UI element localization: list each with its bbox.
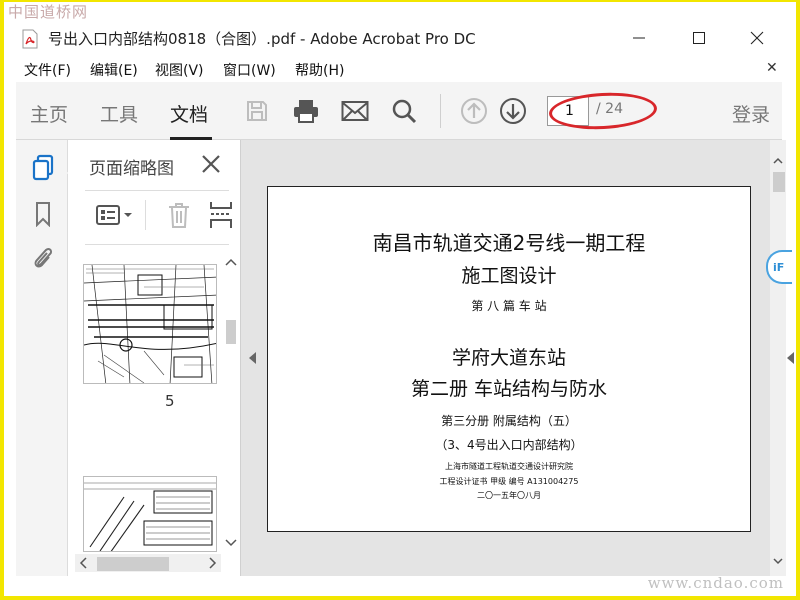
- doc-certificate: 工程设计证书 甲级 编号 A131004275: [439, 477, 579, 486]
- doc-project-title: 南昌市轨道交通2号线一期工程: [372, 231, 646, 255]
- doc-institute: 上海市隧道工程轨道交通设计研究院: [445, 462, 573, 471]
- save-icon[interactable]: [242, 96, 272, 126]
- floating-assistant-badge[interactable]: iF: [766, 250, 792, 284]
- close-document-icon[interactable]: ✕: [766, 60, 778, 76]
- email-icon[interactable]: [340, 96, 370, 126]
- menu-bar: 文件(F) 编辑(E) 视图(V) 窗口(W) 帮助(H) ✕: [4, 56, 796, 82]
- print-icon[interactable]: [291, 96, 321, 126]
- menu-help[interactable]: 帮助(H): [295, 60, 344, 80]
- search-icon[interactable]: [389, 96, 419, 126]
- maximize-button[interactable]: [684, 25, 714, 51]
- page-thumbnails-icon[interactable]: [30, 154, 56, 182]
- doc-station-name: 学府大道东站: [451, 347, 566, 369]
- insert-page-icon[interactable]: [207, 200, 235, 230]
- toolbar-separator: [440, 94, 441, 128]
- doc-design-stage: 施工图设计: [461, 265, 557, 287]
- horizontal-scrollbar-thumb[interactable]: [97, 557, 169, 571]
- scrollbar-thumb[interactable]: [226, 320, 236, 344]
- doc-volume: 第二册 车站结构与防水: [410, 378, 608, 400]
- doc-part: 第 八 篇 车 站: [471, 299, 547, 313]
- right-pane-strip: [786, 140, 796, 576]
- menu-edit[interactable]: 编辑(E): [90, 60, 138, 80]
- thumbnail-options-icon[interactable]: [95, 200, 135, 230]
- document-viewport[interactable]: 南昌市轨道交通2号线一期工程 施工图设计 第 八 篇 车 站 学府大道东站 第二…: [240, 140, 770, 576]
- thumbnail-scrollbar[interactable]: [221, 254, 237, 550]
- title-bar: 号出入口内部结构0818（合图）.pdf - Adobe Acrobat Pro…: [4, 20, 796, 56]
- window-title: 号出入口内部结构0818（合图）.pdf - Adobe Acrobat Pro…: [48, 30, 476, 48]
- document-scrollbar[interactable]: [770, 140, 786, 576]
- login-button[interactable]: 登录: [732, 100, 770, 127]
- minimize-button[interactable]: [624, 25, 654, 51]
- menu-view[interactable]: 视图(V): [155, 60, 204, 80]
- thumbnail-page-number: 5: [165, 392, 175, 410]
- main-toolbar: 主页 工具 文档 1 / 24 登录: [16, 82, 782, 140]
- previous-page-icon[interactable]: [459, 96, 489, 126]
- panel-divider: [85, 244, 229, 245]
- attachment-icon[interactable]: [30, 244, 56, 272]
- document-scrollbar-thumb[interactable]: [773, 172, 785, 192]
- next-page-icon[interactable]: [498, 96, 528, 126]
- panel-divider: [85, 190, 229, 191]
- tab-document[interactable]: 文档: [170, 100, 208, 127]
- tab-tools[interactable]: 工具: [100, 100, 138, 127]
- expand-right-pane-arrow-icon[interactable]: [787, 352, 794, 364]
- doc-subtitle: （3、4号出入口内部结构）: [435, 438, 583, 452]
- thumbnail-horizontal-scrollbar[interactable]: [75, 554, 221, 572]
- bookmark-icon[interactable]: [30, 200, 56, 228]
- app-window: 中国道桥网 www.cndao.com 号出入口内部结构0818（合图）.pdf…: [4, 2, 796, 596]
- menu-file[interactable]: 文件(F): [24, 60, 71, 80]
- page-thumbnail[interactable]: [83, 264, 217, 384]
- acrobat-pdf-icon: [22, 29, 38, 49]
- panel-tool-separator: [145, 200, 146, 230]
- tab-home[interactable]: 主页: [30, 100, 68, 127]
- watermark-bottom: www.cndao.com: [647, 574, 784, 592]
- page-thumbnail[interactable]: [83, 476, 217, 552]
- close-panel-icon[interactable]: [199, 152, 223, 176]
- delete-page-icon[interactable]: [165, 200, 193, 230]
- doc-date: 二〇一五年〇八月: [477, 491, 541, 500]
- navigation-pane-strip: [16, 140, 74, 576]
- collapse-left-arrow-icon[interactable]: [249, 352, 256, 364]
- thumbnails-panel-title: 页面缩略图: [89, 159, 174, 179]
- doc-subvolume: 第三分册 附属结构（五）: [441, 414, 577, 428]
- menu-window[interactable]: 窗口(W): [223, 60, 276, 80]
- page-thumbnails-panel: 页面缩略图 5: [69, 140, 239, 576]
- pdf-page: 南昌市轨道交通2号线一期工程 施工图设计 第 八 篇 车 站 学府大道东站 第二…: [267, 186, 751, 532]
- watermark-top: 中国道桥网: [8, 3, 89, 21]
- close-window-button[interactable]: [742, 25, 772, 51]
